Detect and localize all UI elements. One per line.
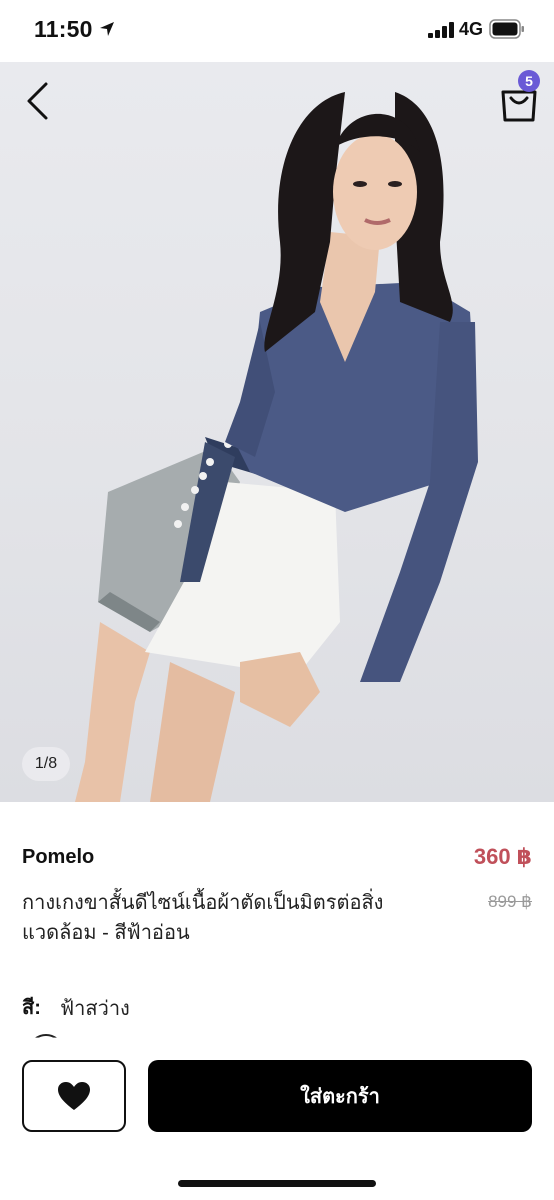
add-to-cart-button[interactable]: ใส่ตะกร้า [148, 1060, 532, 1132]
network-label: 4G [459, 19, 484, 39]
product-title: กางเกงขาสั้นดีไซน์เนื้อผ้าตัดเป็นมิตรต่อ… [22, 892, 384, 944]
product-image-gallery[interactable]: 5 1/8 [0, 62, 554, 802]
wishlist-button[interactable] [22, 1060, 126, 1132]
original-price: 899 ฿ [488, 892, 532, 911]
chevron-left-icon [27, 82, 48, 120]
product-photo [75, 92, 478, 802]
home-indicator[interactable] [178, 1180, 376, 1187]
color-value: ฟ้าสว่าง [60, 998, 130, 1020]
back-button[interactable] [18, 80, 58, 124]
product-brand[interactable]: Pomelo [22, 846, 94, 869]
bottom-action-bar: ใส่ตะกร้า [0, 1040, 554, 1200]
cart-button[interactable]: 5 [494, 70, 546, 124]
location-arrow-icon [100, 22, 114, 36]
color-label: สี: [22, 997, 41, 1019]
image-page-indicator: 1/8 [22, 747, 70, 781]
heart-icon [58, 1082, 90, 1110]
battery-icon [489, 19, 524, 39]
product-price: 360 ฿ [473, 844, 532, 869]
cart-count-badge: 5 [518, 70, 540, 92]
status-bar: 11:50 4G [0, 0, 554, 62]
status-time: 11:50 [34, 16, 93, 42]
signal-icon [428, 22, 454, 38]
